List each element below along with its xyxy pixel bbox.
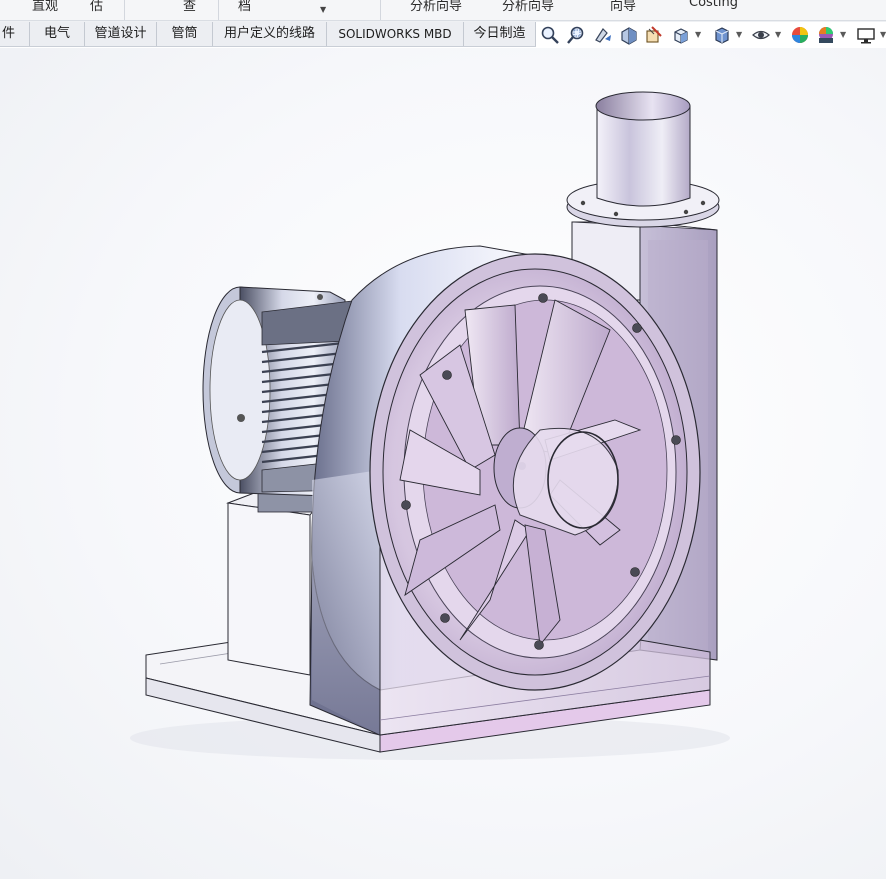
outlet-pipe[interactable] (595, 91, 691, 207)
ribbon-label-check[interactable]: 查 (183, 0, 196, 14)
ribbon-separator (218, 0, 219, 20)
ribbon-label-costing[interactable]: Costing (689, 0, 738, 10)
centrifugal-blower-model[interactable] (0, 48, 886, 879)
ribbon-label-estimate[interactable]: 估 (90, 0, 103, 14)
view-orientation-icon[interactable] (671, 25, 691, 45)
tab-solidworks-mbd[interactable]: SOLIDWORKS MBD (327, 22, 464, 46)
tab-tubing[interactable]: 管筒 (157, 22, 213, 46)
graphics-area[interactable] (0, 48, 886, 879)
ribbon-separator (380, 0, 381, 20)
ribbon-label-analysis-wizard-1[interactable]: 分析向导 (410, 0, 462, 14)
tab-electrical[interactable]: 电气 (30, 22, 85, 46)
ribbon-label-intuitive[interactable]: 直观 (32, 0, 58, 14)
edit-appearance-icon[interactable] (790, 25, 810, 45)
view-settings-dropdown-icon[interactable]: ▼ (880, 31, 886, 39)
heads-up-view-toolbar: ▼ ▼ ▼ ▼ ▼ (536, 22, 886, 48)
ribbon-label-wizard[interactable]: 向导 (610, 0, 636, 14)
display-style-icon[interactable] (712, 25, 732, 45)
apply-scene-dropdown-icon[interactable]: ▼ (840, 31, 848, 39)
view-orientation-dropdown-icon[interactable]: ▼ (695, 31, 703, 39)
ribbon-top-strip: 直观 估 查 档 ▼ 分析向导 分析向导 向导 Costing (0, 0, 886, 21)
ribbon-label-analysis-wizard-2[interactable]: 分析向导 (502, 0, 554, 14)
tab-piping[interactable]: 管道设计 (85, 22, 157, 46)
hide-show-dropdown-icon[interactable]: ▼ (775, 31, 783, 39)
tab-part[interactable]: 件 (0, 22, 30, 46)
motor-pedestal[interactable] (226, 469, 323, 676)
ribbon-label-document[interactable]: 档 (238, 0, 251, 14)
previous-view-icon[interactable] (593, 25, 613, 45)
section-view-icon[interactable] (619, 25, 639, 45)
apply-scene-icon[interactable] (816, 25, 836, 45)
zoom-to-fit-icon[interactable] (540, 25, 560, 45)
view-settings-icon[interactable] (856, 25, 876, 45)
tab-make-today[interactable]: 今日制造 (464, 22, 536, 46)
hide-show-items-icon[interactable] (751, 25, 771, 45)
zoom-to-area-icon[interactable] (566, 25, 586, 45)
tab-user-defined-routing[interactable]: 用户定义的线路 (213, 22, 327, 46)
display-style-dropdown-icon[interactable]: ▼ (736, 31, 744, 39)
dynamic-annotation-icon[interactable] (644, 25, 664, 45)
ribbon-dropdown-icon[interactable]: ▼ (320, 5, 326, 14)
ribbon-separator (124, 0, 125, 20)
